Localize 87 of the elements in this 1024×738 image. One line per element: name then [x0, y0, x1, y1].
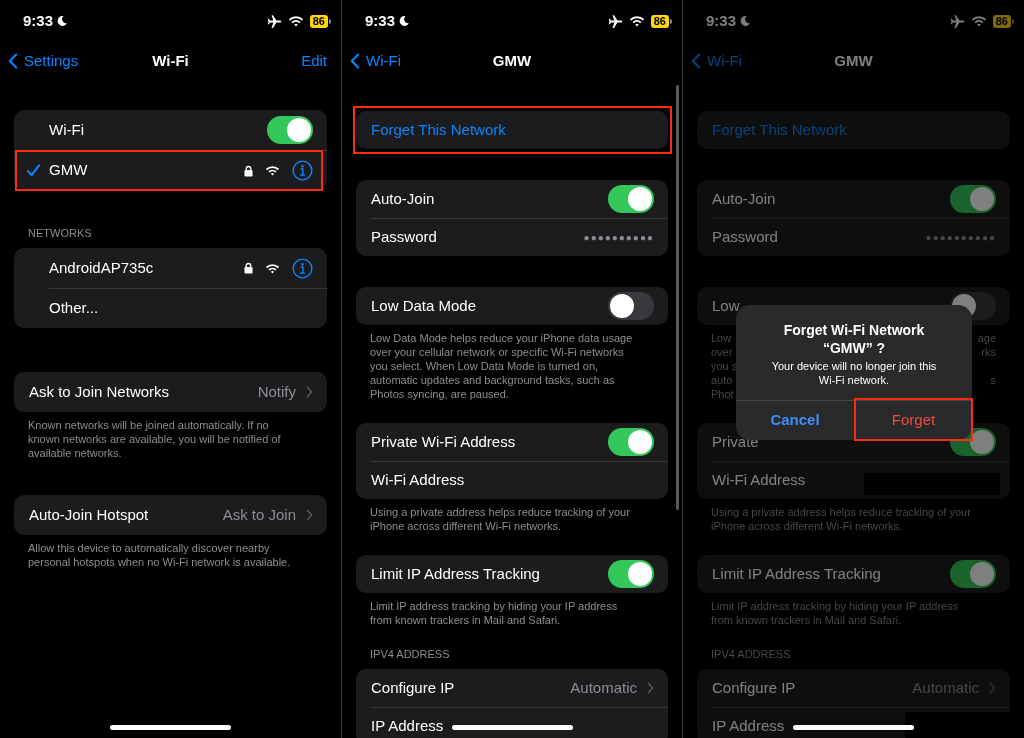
setting-label: IP Address — [712, 716, 785, 737]
setting-label: Limit IP Address Tracking — [712, 563, 881, 584]
section-footer: Limit IP address tracking by hiding your IP address from known trackers in Mail and Safari. — [356, 599, 668, 627]
setting-value: Ask to Join — [222, 504, 296, 525]
nav-title: GMW — [834, 50, 873, 71]
setting-label: Wi-Fi Address — [712, 470, 806, 491]
password-dots: ●●●●●●●●●● — [925, 231, 996, 245]
status-time: 9:33 — [365, 10, 396, 31]
chevron-left-icon — [350, 53, 360, 69]
password-dots: ●●●●●●●●●● — [583, 231, 654, 245]
setting-value: Automatic — [570, 677, 637, 698]
setting-label: Low Data Mode — [371, 295, 477, 316]
setting-value: Notify — [257, 381, 296, 402]
setting-label: Private Wi-Fi Address — [371, 431, 516, 452]
footer-fragment: rks — [981, 345, 996, 359]
toggle-switch[interactable] — [608, 428, 654, 456]
footer-fragment: auto — [711, 373, 733, 387]
moon-icon — [398, 15, 411, 27]
wifi-icon — [970, 15, 987, 27]
wifi-icon — [287, 15, 304, 27]
chevron-left-icon — [8, 53, 18, 69]
status-time: 9:33 — [23, 10, 54, 31]
wifi-signal-icon — [265, 262, 280, 274]
info-icon[interactable] — [292, 160, 313, 181]
alert-message: Your device will no longer join this Wi-Fi network. — [770, 359, 938, 387]
chevron-right-icon — [306, 386, 313, 398]
setting-label[interactable]: Other... — [49, 297, 99, 320]
setting-label: Password — [371, 227, 437, 248]
section-header: NETWORKS — [27, 226, 93, 240]
info-icon[interactable] — [292, 257, 313, 279]
section-header: IPV4 ADDRESS — [710, 647, 792, 661]
setting-label: Low — [712, 295, 740, 316]
section-footer: Using a private address helps reduce tracking of your iPhone across different Wi-Fi networks. — [356, 505, 668, 533]
chevron-right-icon — [647, 682, 654, 694]
airplane-icon — [607, 13, 623, 29]
section-footer: Limit IP address tracking by hiding your IP address from known trackers in Mail and Safari. — [697, 599, 1010, 627]
setting-label[interactable]: Auto-Join Hotspot — [29, 503, 149, 527]
moon-icon — [56, 15, 69, 27]
section-footer: Known networks will be joined automatically. If no known networks are available, you will be notified of available networks. — [14, 418, 327, 460]
nav-title: GMW — [492, 50, 532, 71]
forget-network-button[interactable]: Forget This Network — [371, 118, 506, 142]
battery-percentage: 86 — [309, 14, 328, 28]
footer-fragment: s — [990, 373, 996, 387]
setting-label: Auto-Join — [712, 188, 776, 209]
toggle-switch[interactable] — [608, 560, 654, 588]
setting-label: Auto-Join — [371, 188, 435, 209]
section-footer: Using a private address helps reduce tracking of your iPhone across different Wi-Fi networks. — [697, 505, 1010, 533]
chevron-right-icon — [989, 682, 996, 694]
back-button[interactable]: Wi-Fi — [350, 49, 401, 73]
nav-title: Wi-Fi — [152, 50, 189, 71]
toggle-switch[interactable] — [950, 185, 996, 213]
chevron-right-icon — [306, 509, 313, 521]
battery-percentage: 86 — [992, 14, 1011, 28]
toggle-switch[interactable] — [267, 116, 313, 144]
wifi-icon — [628, 15, 645, 27]
setting-label[interactable]: Ask to Join Networks — [29, 380, 170, 404]
moon-icon — [739, 15, 752, 27]
setting-label[interactable]: Configure IP — [712, 676, 796, 700]
wifi-signal-icon — [265, 165, 280, 176]
network-name[interactable]: GMW — [49, 159, 88, 182]
footer-fragment: Phot — [711, 387, 734, 401]
airplane-icon — [949, 13, 965, 29]
setting-label: Wi-Fi Address — [371, 470, 465, 491]
section-header: IPV4 ADDRESS — [369, 647, 451, 661]
setting-value: Automatic — [912, 677, 979, 698]
setting-label: Limit IP Address Tracking — [371, 563, 540, 584]
section-footer: Low Data Mode helps reduce your iPhone data usage over your cellular network or specific Wi-Fi networks you select. When Low Data Mode is turned on, automatic updates and background tasks, such as Photos syncing, are paused. — [356, 331, 668, 401]
network-name[interactable]: AndroidAP735c — [49, 256, 154, 280]
footer-fragment: age — [977, 331, 996, 345]
toggle-switch[interactable] — [608, 292, 654, 320]
footer-fragment: over — [711, 345, 733, 359]
status-time: 9:33 — [706, 10, 737, 31]
edit-button[interactable]: Edit — [301, 49, 333, 73]
footer-fragment: Low — [711, 331, 732, 345]
toggle-switch[interactable] — [950, 560, 996, 588]
setting-label: IP Address — [371, 716, 444, 737]
setting-label: Password — [712, 227, 778, 248]
back-button[interactable]: Settings — [8, 49, 79, 73]
section-footer: Allow this device to automatically discover nearby personal hotspots when no Wi-Fi network is available. — [14, 541, 327, 569]
setting-label[interactable]: Configure IP — [371, 676, 455, 700]
battery-percentage: 86 — [650, 14, 669, 28]
forget-button[interactable]: Forget — [854, 401, 972, 440]
alert-title: Forget Wi-Fi Network “GMW” ? — [782, 321, 926, 357]
setting-label: Wi-Fi — [49, 119, 84, 140]
toggle-switch[interactable] — [608, 185, 654, 213]
chevron-left-icon — [691, 53, 701, 69]
airplane-icon — [266, 13, 282, 29]
